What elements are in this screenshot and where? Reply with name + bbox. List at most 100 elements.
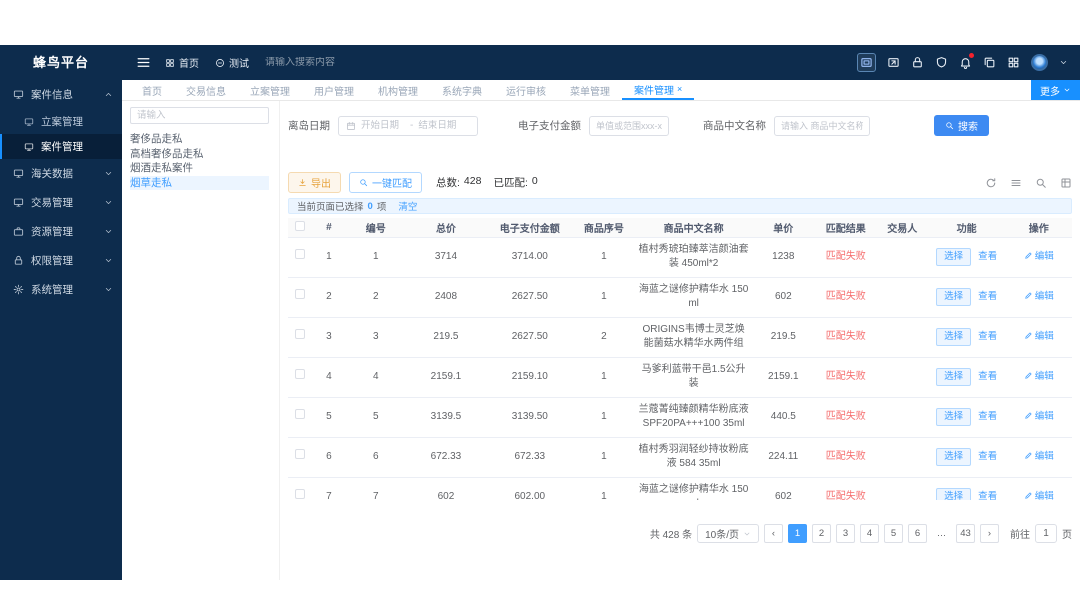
row-checkbox[interactable] [294,409,305,420]
view-link[interactable]: 查看 [978,450,997,464]
tab-系统字典[interactable]: 系统字典 [430,80,494,100]
select-all-checkbox[interactable] [294,220,305,231]
edit-link[interactable]: 编辑 [1024,291,1054,302]
row-checkbox[interactable] [294,489,305,500]
edit-link[interactable]: 编辑 [1024,491,1054,500]
bell-icon[interactable] [959,53,974,69]
row-checkbox[interactable] [294,369,305,380]
edit-link[interactable]: 编辑 [1024,371,1054,382]
screen-icon[interactable] [857,53,876,72]
topnav-item-1[interactable]: 测试 [215,55,249,70]
tab-交易信息[interactable]: 交易信息 [174,80,238,100]
column-settings-icon[interactable] [1060,177,1072,189]
tab-菜单管理[interactable]: 菜单管理 [558,80,622,100]
edit-link[interactable]: 编辑 [1024,411,1054,422]
select-button[interactable]: 选择 [936,368,972,386]
select-button[interactable]: 选择 [936,488,972,500]
view-link[interactable]: 查看 [978,410,997,424]
sidebar-item-交易管理[interactable]: 交易管理 [0,188,122,217]
hamburger-icon[interactable] [136,55,151,70]
avatar[interactable] [1031,54,1048,71]
date-end-input[interactable] [418,120,463,131]
page-button-5[interactable]: 5 [884,524,903,543]
select-button[interactable]: 选择 [936,248,972,266]
select-button[interactable]: 选择 [936,328,972,346]
chevron-down-icon[interactable] [1059,58,1068,67]
select-button[interactable]: 选择 [936,408,972,426]
sidebar-item-案件信息[interactable]: 案件信息 [0,80,122,109]
screenshot-icon[interactable] [887,56,900,69]
search-icon[interactable] [1035,177,1047,189]
row-checkbox[interactable] [294,329,305,340]
case-type-item-烟草走私[interactable]: 烟草走私 [130,175,269,190]
clear-selection-link[interactable]: 清空 [398,199,417,213]
view-link[interactable]: 查看 [978,330,997,344]
cell-match-result: 匹配失败 [814,277,877,318]
goto-page-input[interactable] [1035,524,1057,543]
page-size-select[interactable]: 10条/页 [697,524,759,543]
page-button-3[interactable]: 3 [836,524,855,543]
cell-match-result: 匹配失败 [814,317,877,358]
sidebar-subitem-案件管理[interactable]: 案件管理 [0,134,122,159]
cell-checkbox [288,277,312,318]
sidebar-item-系统管理[interactable]: 系统管理 [0,275,122,304]
tab-运行审核[interactable]: 运行审核 [494,80,558,100]
next-page-button[interactable]: › [980,524,999,543]
global-search-input[interactable] [265,57,385,68]
match-all-button[interactable]: 一键匹配 [349,172,422,193]
amount-input[interactable] [589,115,669,136]
shield-icon[interactable] [935,56,948,69]
page-button-1[interactable]: 1 [788,524,807,543]
select-button[interactable]: 选择 [936,288,972,306]
edit-link[interactable]: 编辑 [1024,331,1054,342]
prev-page-button[interactable]: ‹ [764,524,783,543]
page-button-6[interactable]: 6 [908,524,927,543]
select-button[interactable]: 选择 [936,448,972,466]
edit-link[interactable]: 编辑 [1024,451,1054,462]
product-name-input[interactable] [774,115,870,136]
edit-link[interactable]: 编辑 [1024,251,1054,262]
sidebar-item-资源管理[interactable]: 资源管理 [0,217,122,246]
sidebar-item-海关数据[interactable]: 海关数据 [0,159,122,188]
view-link[interactable]: 查看 [978,490,997,500]
page-button-2[interactable]: 2 [812,524,831,543]
export-button[interactable]: 导出 [288,172,341,193]
page-button-43[interactable]: 43 [956,524,975,543]
lock-icon[interactable] [911,56,924,69]
sidebar-item-权限管理[interactable]: 权限管理 [0,246,122,275]
tab-立案管理[interactable]: 立案管理 [238,80,302,100]
pencil-icon [1024,411,1033,420]
tab-机构管理[interactable]: 机构管理 [366,80,430,100]
view-link[interactable]: 查看 [978,290,997,304]
topnav-item-0[interactable]: 首页 [165,55,199,70]
cell-function: 选择 查看 [927,477,1006,500]
copy-icon[interactable] [983,56,996,69]
case-type-item-高档奢侈品走私[interactable]: 高档奢侈品走私 [130,147,269,162]
sidebar-subitem-立案管理[interactable]: 立案管理 [0,109,122,134]
case-type-item-烟酒走私案件[interactable]: 烟酒走私案件 [130,161,269,176]
refresh-icon[interactable] [985,177,997,189]
case-type-item-奢侈品走私[interactable]: 奢侈品走私 [130,132,269,147]
date-start-input[interactable] [361,120,405,131]
density-icon[interactable] [1010,177,1022,189]
cell-name: 植村秀琥珀臻萃洁颜油套装 450ml*2 [635,237,753,278]
cell-checkbox [288,237,312,278]
column-header-商品中文名称: 商品中文名称 [635,218,753,238]
page-button-4[interactable]: 4 [860,524,879,543]
row-checkbox[interactable] [294,249,305,260]
grid-icon[interactable] [1007,56,1020,69]
tab-用户管理[interactable]: 用户管理 [302,80,366,100]
row-checkbox[interactable] [294,449,305,460]
tab-案件管理[interactable]: 案件管理 × [622,80,695,100]
date-range-picker[interactable]: - [338,115,478,136]
row-checkbox[interactable] [294,289,305,300]
case-type-search-input[interactable] [130,107,269,124]
view-link[interactable]: 查看 [978,370,997,384]
close-icon[interactable]: × [677,84,682,94]
tab-首页[interactable]: 首页 [130,80,174,100]
more-button[interactable]: 更多 [1031,80,1080,100]
sidebar-item-label: 案件信息 [31,89,73,101]
search-button[interactable]: 搜索 [934,115,989,136]
view-link[interactable]: 查看 [978,250,997,264]
calendar-icon [346,121,356,131]
